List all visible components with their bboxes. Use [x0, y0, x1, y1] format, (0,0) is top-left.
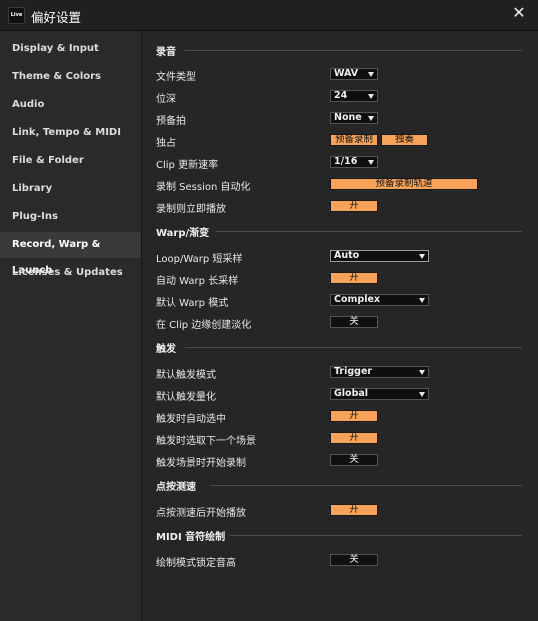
sidebar-item-audio[interactable]: Audio: [0, 92, 141, 118]
count-in-dropdown[interactable]: None: [330, 112, 378, 124]
tap-start-play-label: 点按测速后开始播放: [156, 508, 246, 519]
default-launch-quant-dropdown[interactable]: Global: [330, 388, 429, 400]
file-type-label: 文件类型: [156, 72, 196, 83]
sidebar-item-link-tempo-midi[interactable]: Link, Tempo & MIDI: [0, 120, 141, 146]
default-launch-mode-label: 默认触发模式: [156, 370, 216, 381]
sidebar-item-plug-ins[interactable]: Plug-Ins: [0, 204, 141, 230]
lock-pitch-label: 绘制模式锁定音高: [156, 558, 236, 569]
default-launch-mode-value: Trigger: [334, 366, 373, 377]
bit-depth-dropdown[interactable]: 24: [330, 90, 378, 102]
exclusive-solo-button[interactable]: 独奏: [381, 134, 428, 146]
file-type-value: WAV: [334, 68, 359, 79]
auto-warp-long-toggle[interactable]: 开: [330, 272, 378, 284]
sidebar-item-licenses-updates[interactable]: Licenses & Updates: [0, 260, 141, 286]
loop-warp-short-value: Auto: [334, 250, 360, 261]
title-bar: Live 偏好设置 ✕: [0, 0, 538, 31]
default-launch-quant-value: Global: [334, 388, 369, 399]
edge-fades-label: 在 Clip 边缘创建淡化: [156, 320, 252, 331]
default-launch-quant-label: 默认触发量化: [156, 392, 216, 403]
sidebar-item-theme-colors[interactable]: Theme & Colors: [0, 64, 141, 90]
bit-depth-value: 24: [334, 90, 348, 101]
section-divider: [230, 535, 522, 536]
default-warp-mode-dropdown[interactable]: Complex: [330, 294, 429, 306]
section-midi-draw-title: MIDI 音符绘制: [156, 532, 226, 543]
sidebar-item-file-folder[interactable]: File & Folder: [0, 148, 141, 174]
sidebar-item-library[interactable]: Library: [0, 176, 141, 202]
preferences-sidebar: Display & Input Theme & Colors Audio Lin…: [0, 31, 142, 621]
session-automation-button[interactable]: 预备录制轨道: [330, 178, 478, 190]
auto-select-label: 触发时自动选中: [156, 414, 226, 425]
default-warp-mode-value: Complex: [334, 294, 381, 305]
dropdown-arrow-icon: [368, 160, 374, 165]
sidebar-item-record-warp-launch[interactable]: Record, Warp & Launch: [0, 232, 141, 276]
start-playback-toggle[interactable]: 开: [330, 200, 378, 212]
edge-fades-toggle[interactable]: 关: [330, 316, 378, 328]
section-divider: [216, 231, 522, 232]
clip-update-value: 1/16: [334, 156, 358, 167]
settings-panel: 录音 文件类型 WAV 位深 24 预备拍 None 独占 预备录制 独奏 Cl…: [142, 31, 538, 621]
bit-depth-label: 位深: [156, 94, 176, 105]
close-icon[interactable]: ✕: [511, 5, 527, 21]
auto-warp-long-label: 自动 Warp 长采样: [156, 276, 239, 287]
exclusive-label: 独占: [156, 138, 176, 149]
section-divider: [210, 485, 522, 486]
exclusive-arm-button[interactable]: 预备录制: [330, 134, 378, 146]
dropdown-arrow-icon: [368, 94, 374, 99]
auto-select-toggle[interactable]: 开: [330, 410, 378, 422]
tap-start-play-toggle[interactable]: 开: [330, 504, 378, 516]
section-divider: [185, 50, 522, 51]
section-divider: [185, 347, 522, 348]
dropdown-arrow-icon: [368, 116, 374, 121]
start-playback-label: 录制则立即播放: [156, 204, 226, 215]
clip-update-label: Clip 更新速率: [156, 160, 219, 171]
dropdown-arrow-icon: [419, 370, 425, 375]
live-app-icon: Live: [8, 7, 25, 24]
file-type-dropdown[interactable]: WAV: [330, 68, 378, 80]
window-title: 偏好设置: [31, 10, 82, 25]
default-warp-mode-label: 默认 Warp 模式: [156, 298, 229, 309]
default-launch-mode-dropdown[interactable]: Trigger: [330, 366, 429, 378]
lock-pitch-toggle[interactable]: 关: [330, 554, 378, 566]
count-in-value: None: [334, 112, 362, 123]
scene-record-label: 触发场景时开始录制: [156, 458, 246, 469]
section-tap-tempo-title: 点按测速: [156, 482, 196, 493]
sidebar-item-display-input[interactable]: Display & Input: [0, 36, 141, 62]
scene-record-toggle[interactable]: 关: [330, 454, 378, 466]
count-in-label: 预备拍: [156, 116, 186, 127]
select-next-scene-label: 触发时选取下一个场景: [156, 436, 256, 447]
loop-warp-short-label: Loop/Warp 短采样: [156, 254, 243, 265]
section-record-title: 录音: [156, 47, 176, 58]
dropdown-arrow-icon: [419, 298, 425, 303]
section-launch-title: 触发: [156, 344, 176, 355]
section-warp-title: Warp/渐变: [156, 228, 210, 239]
dropdown-arrow-icon: [419, 392, 425, 397]
select-next-scene-toggle[interactable]: 开: [330, 432, 378, 444]
clip-update-dropdown[interactable]: 1/16: [330, 156, 378, 168]
dropdown-arrow-icon: [419, 254, 425, 259]
dropdown-arrow-icon: [368, 72, 374, 77]
session-automation-label: 录制 Session 自动化: [156, 182, 251, 193]
loop-warp-short-dropdown[interactable]: Auto: [330, 250, 429, 262]
